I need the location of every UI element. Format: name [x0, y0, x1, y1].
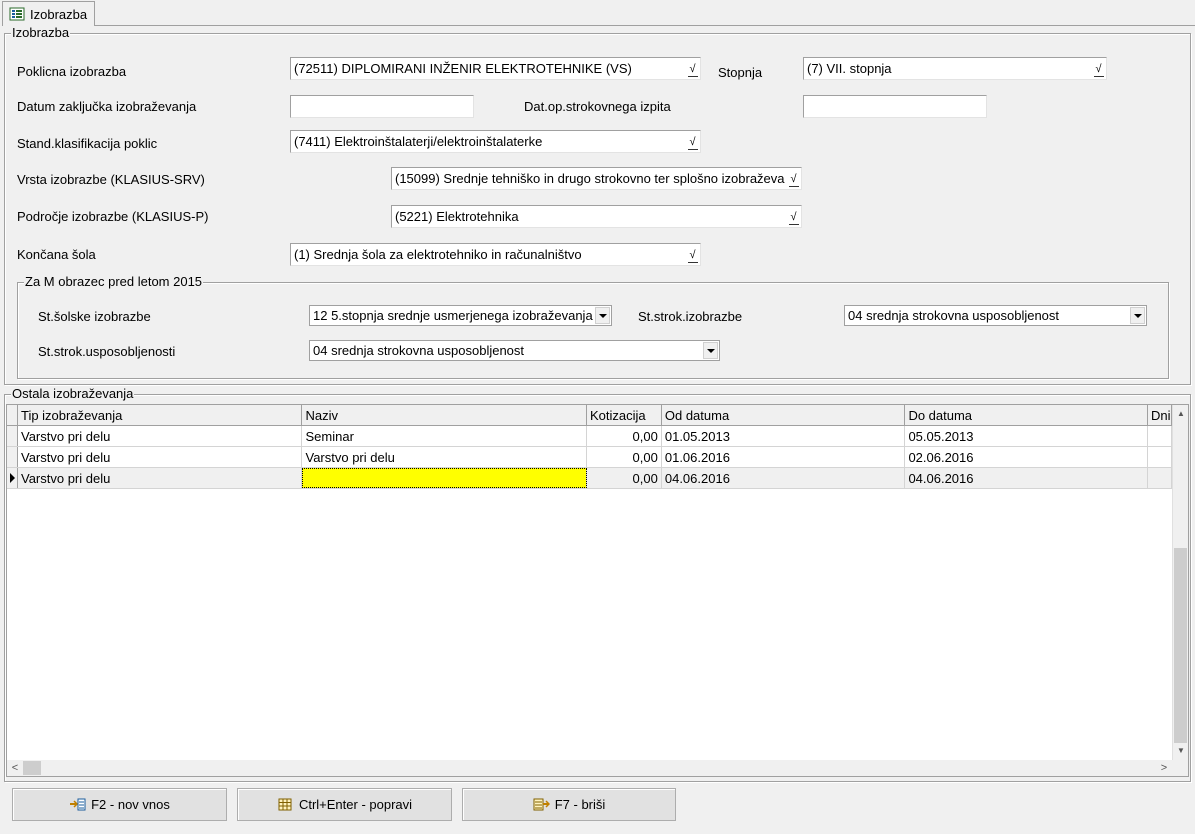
delete-button[interactable]: F7 - briši [462, 788, 676, 821]
lookup-check-icon[interactable]: √ [1091, 58, 1106, 79]
add-row-icon [69, 798, 86, 811]
scroll-up-icon[interactable]: ▲ [1173, 407, 1188, 421]
scroll-right-icon[interactable]: > [1156, 761, 1172, 775]
datop-input[interactable] [803, 95, 987, 118]
cell-tip[interactable]: Varstvo pri delu [18, 426, 303, 446]
cell-kotizacija[interactable]: 0,00 [587, 447, 662, 467]
datop-label: Dat.op.strokovnega izpita [524, 99, 671, 114]
col-do[interactable]: Do datuma [905, 405, 1149, 425]
form-icon [9, 7, 25, 21]
table-row-selected[interactable]: Varstvo pri delu 0,00 04.06.2016 04.06.2… [7, 468, 1172, 489]
scroll-down-icon[interactable]: ▼ [1173, 744, 1188, 758]
col-od[interactable]: Od datuma [661, 405, 906, 425]
chevron-down-icon[interactable] [595, 307, 610, 324]
chevron-down-icon[interactable] [1130, 307, 1145, 324]
lookup-check-icon[interactable]: √ [685, 58, 700, 79]
stopnja-field[interactable]: (7) VII. stopnja √ [803, 57, 1107, 80]
table-row[interactable]: Varstvo pri delu Seminar 0,00 01.05.2013… [7, 426, 1172, 447]
scroll-left-icon[interactable]: < [7, 761, 23, 775]
grid-header: Tip izobraževanja Naziv Kotizacija Od da… [7, 405, 1172, 426]
edit-button[interactable]: Ctrl+Enter - popravi [237, 788, 452, 821]
new-entry-button[interactable]: F2 - nov vnos [12, 788, 227, 821]
group-m-obrazec: Za M obrazec pred letom 2015 [17, 274, 1169, 379]
solske-label: St.šolske izobrazbe [38, 309, 151, 324]
row-indicator [7, 468, 18, 488]
delete-label: F7 - briši [554, 797, 606, 812]
datum-input[interactable] [290, 95, 474, 118]
scroll-thumb[interactable] [23, 761, 41, 775]
delete-row-icon [533, 798, 550, 811]
sola-label: Končana šola [17, 247, 96, 262]
srv-label: Vrsta izobrazbe (KLASIUS-SRV) [17, 172, 205, 187]
sola-field[interactable]: (1) Srednja šola za elektrotehniko in ra… [290, 243, 701, 266]
ostala-grid[interactable]: Tip izobraževanja Naziv Kotizacija Od da… [6, 404, 1189, 777]
cell-do[interactable]: 04.06.2016 [905, 468, 1149, 488]
cell-tip[interactable]: Varstvo pri delu [17, 468, 303, 488]
col-kotizacija[interactable]: Kotizacija [586, 405, 662, 425]
chevron-down-icon[interactable] [703, 342, 718, 359]
edit-label: Ctrl+Enter - popravi [298, 797, 413, 812]
cell-do[interactable]: 02.06.2016 [905, 447, 1149, 467]
lookup-check-icon[interactable]: √ [685, 131, 700, 152]
new-entry-label: F2 - nov vnos [91, 797, 170, 812]
cell-do[interactable]: 05.05.2013 [905, 426, 1149, 446]
col-dni[interactable]: Dni [1148, 405, 1172, 425]
cell-od[interactable]: 04.06.2016 [661, 468, 906, 488]
cell-od[interactable]: 01.06.2016 [662, 447, 906, 467]
grid-edit-icon [277, 798, 294, 811]
tab-label: Izobrazba [30, 6, 88, 22]
table-row[interactable]: Varstvo pri delu Varstvo pri delu 0,00 0… [7, 447, 1172, 468]
p-label: Področje izobrazbe (KLASIUS-P) [17, 209, 209, 224]
cell-naziv[interactable]: Varstvo pri delu [302, 447, 587, 467]
col-naziv[interactable]: Naziv [302, 405, 587, 425]
lookup-check-icon[interactable]: √ [786, 168, 801, 189]
vertical-scrollbar[interactable]: ▲ ▼ [1172, 405, 1188, 760]
group-title: Ostala izobraževanja [11, 386, 135, 402]
cell-od[interactable]: 01.05.2013 [662, 426, 906, 446]
datum-label: Datum zaključka izobraževanja [17, 99, 197, 114]
solske-select[interactable]: 12 5.stopnja srednje usmerjenega izobraž… [309, 305, 612, 326]
usp-label: St.strok.usposobljenosti [38, 344, 176, 359]
cell-tip[interactable]: Varstvo pri delu [18, 447, 303, 467]
cell-kotizacija[interactable]: 0,00 [587, 426, 662, 446]
skp-label: Stand.klasifikacija poklic [17, 136, 158, 151]
cell-naziv-editing[interactable] [302, 468, 587, 488]
group-title: Izobrazba [11, 25, 71, 41]
lookup-check-icon[interactable]: √ [786, 206, 801, 227]
lookup-check-icon[interactable]: √ [685, 244, 700, 265]
row-pointer-icon [10, 473, 15, 483]
skp-field[interactable]: (7411) Elektroinštalaterji/elektroinštal… [290, 130, 701, 153]
poklicna-label: Poklicna izobrazba [17, 64, 127, 79]
usp-select[interactable]: 04 srednja strokovna usposobljenost [309, 340, 720, 361]
stopnja-label: Stopnja [718, 65, 763, 80]
cell-naziv[interactable]: Seminar [302, 426, 587, 446]
poklicna-field[interactable]: (72511) DIPLOMIRANI INŽENIR ELEKTROTEHNI… [290, 57, 701, 80]
horizontal-scrollbar[interactable]: < > [7, 760, 1172, 776]
scroll-thumb[interactable] [1174, 548, 1187, 743]
strok-label: St.strok.izobrazbe [638, 309, 743, 324]
cell-kotizacija[interactable]: 0,00 [586, 468, 662, 488]
p-field[interactable]: (5221) Elektrotehnika √ [391, 205, 802, 228]
col-tip[interactable]: Tip izobraževanja [17, 405, 303, 425]
tab-izobrazba[interactable]: Izobrazba [2, 1, 95, 26]
strok-select[interactable]: 04 srednja strokovna usposobljenost [844, 305, 1147, 326]
group-title: Za M obrazec pred letom 2015 [24, 274, 204, 290]
srv-field[interactable]: (15099) Srednje tehniško in drugo stroko… [391, 167, 802, 190]
